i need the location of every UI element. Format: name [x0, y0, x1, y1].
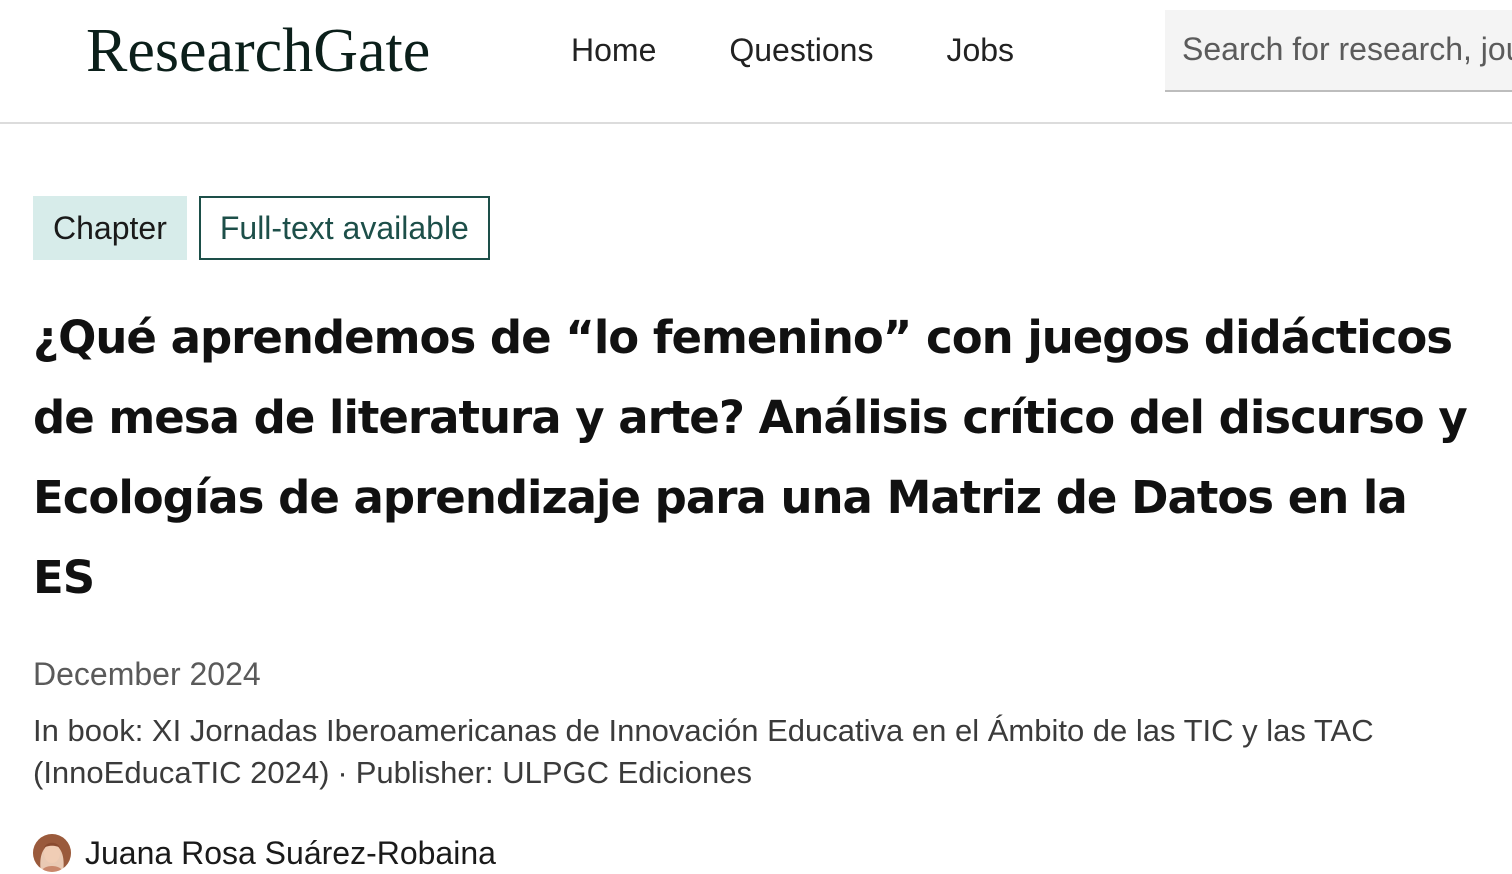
- separator-dot: ·: [337, 755, 348, 790]
- full-text-available-badge[interactable]: Full-text available: [198, 196, 490, 260]
- nav-questions[interactable]: Questions: [729, 32, 873, 69]
- author-item[interactable]: Juana Rosa Suárez-Robaina: [33, 834, 1473, 872]
- author-name[interactable]: Juana Rosa Suárez-Robaina: [85, 835, 496, 872]
- main-nav: Home Questions Jobs: [571, 32, 1087, 69]
- search-input[interactable]: [1165, 10, 1512, 88]
- publisher-label: Publisher: ULPGC Ediciones: [355, 755, 753, 790]
- top-header: ResearchGate Home Questions Jobs: [0, 0, 1512, 124]
- search-box: [1165, 10, 1512, 92]
- chapter-badge: Chapter: [33, 196, 187, 260]
- author-avatar-photo-icon: [33, 834, 71, 872]
- publication-date: December 2024: [33, 656, 261, 692]
- publication-header: Chapter Full-text available ¿Qué aprende…: [33, 196, 1473, 872]
- nav-home[interactable]: Home: [571, 32, 656, 69]
- nav-jobs[interactable]: Jobs: [946, 32, 1014, 69]
- publication-badges: Chapter Full-text available: [33, 196, 1473, 260]
- author-avatar[interactable]: [33, 834, 71, 872]
- book-info: In book: XI Jornadas Iberoamericanas de …: [33, 710, 1453, 794]
- publication-title: ¿Qué aprendemos de “lo femenino” con jue…: [33, 311, 1468, 604]
- researchgate-logo[interactable]: ResearchGate: [86, 16, 430, 87]
